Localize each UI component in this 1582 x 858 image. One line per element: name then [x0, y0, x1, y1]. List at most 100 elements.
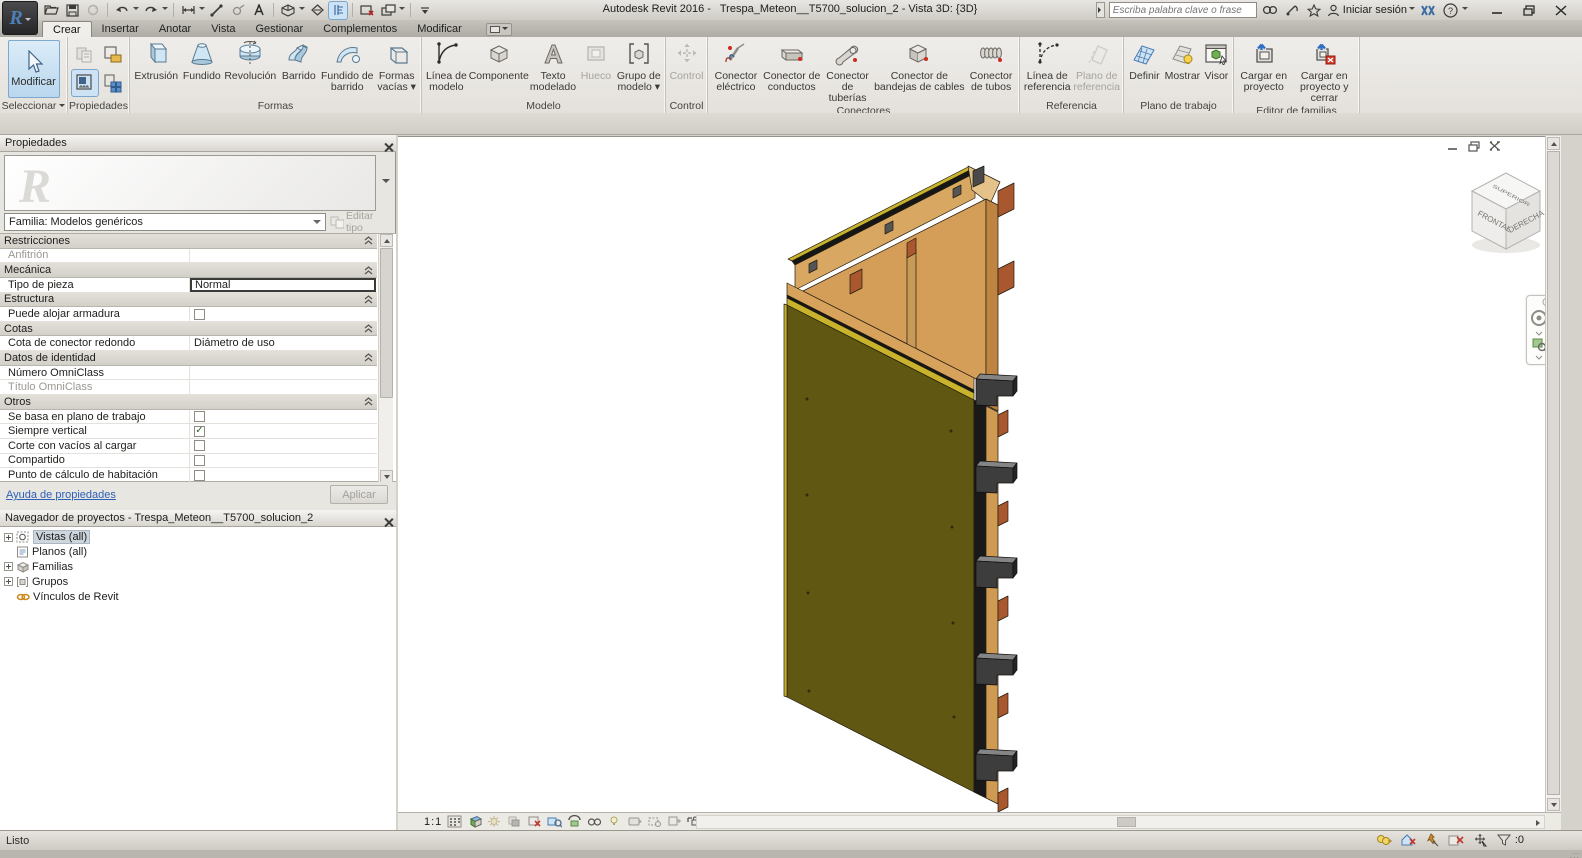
- ribbon-display-toggle[interactable]: [486, 23, 512, 36]
- scroll-right-arrow[interactable]: [1532, 817, 1544, 828]
- conector-tubos-button[interactable]: Conector de tubos: [965, 39, 1017, 93]
- tree-item-planos[interactable]: Planos (all): [4, 545, 396, 560]
- fundido-button[interactable]: Fundido: [180, 39, 223, 82]
- checkbox-checked[interactable]: ✓: [194, 426, 205, 437]
- scrollbar-thumb[interactable]: [1547, 151, 1560, 795]
- tab-complementos[interactable]: Complementos: [313, 21, 407, 37]
- analytical-model-icon[interactable]: [626, 814, 642, 829]
- family-combobox[interactable]: Familia: Modelos genéricos: [4, 213, 326, 231]
- redo-dropdown[interactable]: [162, 7, 168, 13]
- grupo-modelo-button[interactable]: Grupo de modelo ▾: [615, 39, 663, 93]
- dimension-dropdown[interactable]: [199, 7, 205, 13]
- apply-button[interactable]: Aplicar: [330, 485, 388, 504]
- load-into-project-icon[interactable]: [100, 42, 126, 68]
- linea-modelo-button[interactable]: Línea de modelo: [424, 39, 469, 93]
- scroll-down-arrow[interactable]: [1547, 798, 1560, 811]
- checkbox-unchecked[interactable]: [194, 411, 205, 422]
- visor-button[interactable]: Visor: [1202, 39, 1231, 82]
- family-types-icon[interactable]: [72, 42, 98, 68]
- drawing-area[interactable]: SUPERIOR FRONTAL DERECHA: [398, 136, 1545, 812]
- cota-conector-value[interactable]: Diámetro de uso: [190, 336, 377, 350]
- properties-help-link[interactable]: Ayuda de propiedades: [6, 489, 116, 501]
- conector-tuberias-button[interactable]: Conector de tuberías: [822, 39, 874, 104]
- expand-icon[interactable]: [4, 533, 13, 542]
- undo-icon[interactable]: [113, 2, 131, 19]
- filter-icon[interactable]: [1496, 832, 1513, 848]
- conector-electrico-button[interactable]: Conector eléctrico: [710, 39, 762, 93]
- undo-dropdown[interactable]: [133, 7, 139, 13]
- scroll-up-arrow[interactable]: [380, 234, 393, 247]
- type-selector-preview[interactable]: R: [4, 155, 376, 211]
- group-label-seleccionar[interactable]: Seleccionar: [0, 98, 67, 113]
- sign-in-dropdown[interactable]: [1409, 7, 1415, 13]
- checkbox-unchecked[interactable]: [194, 309, 205, 320]
- help-icon[interactable]: ?: [1441, 2, 1459, 19]
- viewcube[interactable]: SUPERIOR FRONTAL DERECHA: [1464, 167, 1550, 262]
- barrido-button[interactable]: Barrido: [277, 39, 320, 82]
- conector-conductos-button[interactable]: Conector de conductos: [762, 39, 822, 93]
- checkbox-unchecked[interactable]: [194, 440, 205, 451]
- family-category-icon[interactable]: [100, 70, 126, 96]
- open-icon[interactable]: [42, 2, 60, 19]
- crop-view-icon[interactable]: [526, 814, 542, 829]
- show-crop-icon[interactable]: [546, 814, 562, 829]
- tipo-pieza-value[interactable]: Normal: [190, 278, 376, 292]
- scroll-up-arrow[interactable]: [1547, 137, 1560, 150]
- default-3d-view-icon[interactable]: [279, 2, 297, 19]
- section-restricciones[interactable]: Restricciones: [0, 234, 377, 249]
- edit-type-button[interactable]: Editar tipo: [330, 213, 390, 231]
- temporary-view-properties-icon[interactable]: [606, 814, 622, 829]
- measure-icon[interactable]: [208, 2, 226, 19]
- design-options-icon[interactable]: [1448, 832, 1465, 848]
- communication-center-icon[interactable]: [1283, 2, 1301, 19]
- section-otros[interactable]: Otros: [0, 395, 377, 410]
- temporary-hide-isolate-icon[interactable]: [566, 814, 582, 829]
- modify-button[interactable]: Modificar: [8, 40, 60, 98]
- minimize-button[interactable]: [1486, 3, 1508, 18]
- favorites-star-icon[interactable]: [1305, 2, 1323, 19]
- resize-grip[interactable]: .::: [1569, 850, 1580, 858]
- restore-button[interactable]: [1518, 3, 1540, 18]
- switch-windows-icon[interactable]: [379, 2, 397, 19]
- worksets-icon[interactable]: [1376, 832, 1393, 848]
- section-datos-identidad[interactable]: Datos de identidad: [0, 351, 377, 366]
- tree-item-vistas[interactable]: Vistas (all): [4, 530, 396, 545]
- section-cotas[interactable]: Cotas: [0, 322, 377, 337]
- visual-style-icon[interactable]: [466, 814, 482, 829]
- expand-icon[interactable]: [4, 562, 13, 571]
- detail-level-icon[interactable]: [446, 814, 462, 829]
- customize-qat-icon[interactable]: [416, 2, 434, 19]
- 3d-model-wall-assembly[interactable]: [398, 137, 1545, 813]
- help-dropdown[interactable]: [1462, 7, 1468, 13]
- scrollbar-thumb[interactable]: [380, 248, 393, 398]
- tag-icon[interactable]: [229, 2, 247, 19]
- tab-modificar[interactable]: Modificar: [407, 21, 472, 37]
- section-estructura[interactable]: Estructura: [0, 293, 377, 308]
- project-browser-header[interactable]: Navegador de proyectos - Trespa_Meteon__…: [0, 510, 396, 527]
- sign-in-button[interactable]: Iniciar sesión: [1327, 4, 1415, 17]
- scrollbar-thumb[interactable]: [1117, 817, 1136, 827]
- revit-links-status-icon[interactable]: [1400, 832, 1417, 848]
- cargar-proyecto-button[interactable]: Cargar en proyecto: [1236, 39, 1292, 93]
- tree-item-grupos[interactable]: Grupos: [4, 574, 396, 589]
- section-mecanica[interactable]: Mecánica: [0, 263, 377, 278]
- section-icon[interactable]: [308, 2, 326, 19]
- formas-vacias-button[interactable]: Formas vacías ▾: [374, 39, 419, 93]
- revolucion-button[interactable]: Revolución: [223, 39, 277, 82]
- pin-status-icon[interactable]: [1424, 832, 1441, 848]
- componente-button[interactable]: Componente: [469, 39, 529, 82]
- extrusion-button[interactable]: Extrusión: [132, 39, 180, 82]
- search-input[interactable]: [1109, 2, 1257, 18]
- close-button[interactable]: [1550, 3, 1572, 18]
- constraints-icon[interactable]: [646, 814, 662, 829]
- select-move-icon[interactable]: [1472, 832, 1489, 848]
- save-icon[interactable]: [63, 2, 81, 19]
- tab-insertar[interactable]: Insertar: [92, 21, 149, 37]
- reveal-hidden-icon[interactable]: [586, 814, 602, 829]
- view-close-icon[interactable]: [1489, 141, 1501, 151]
- properties-palette-icon[interactable]: [72, 70, 98, 96]
- redo-icon[interactable]: [142, 2, 160, 19]
- checkbox-unchecked[interactable]: [194, 455, 205, 466]
- view-minimize-icon[interactable]: [1447, 141, 1459, 151]
- view-restore-icon[interactable]: [1468, 141, 1480, 151]
